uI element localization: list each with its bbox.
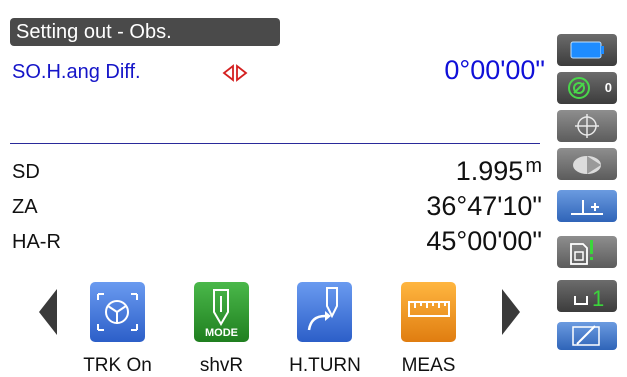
meas-key[interactable] <box>401 282 456 342</box>
prism-constant: 0 <box>604 80 612 95</box>
direction-arrows-icon <box>222 64 248 82</box>
measure-tape-icon <box>408 301 450 317</box>
edit-pen-icon <box>572 325 600 346</box>
input-mode-status[interactable]: 1 <box>557 280 617 312</box>
trk-on-key[interactable] <box>90 282 145 342</box>
meas-label: MEAS <box>401 355 456 376</box>
crosshair-icon <box>575 114 599 138</box>
edit-status[interactable] <box>557 322 617 350</box>
sd-label: SD <box>12 161 40 183</box>
laser-pointer-icon <box>573 156 601 174</box>
memory-status[interactable] <box>557 236 617 268</box>
sd-number: 1.995 <box>455 156 524 186</box>
trk-on-label: TRK On <box>83 355 152 376</box>
input-mode-number: 1 <box>592 286 604 311</box>
sd-value: 1.995 m <box>456 155 542 187</box>
za-value: 36°47'10" <box>426 191 542 221</box>
prism-status[interactable]: 0 <box>557 72 617 104</box>
mode-tag: MODE <box>205 327 238 339</box>
sd-unit: m <box>525 155 542 177</box>
battery-status[interactable] <box>557 34 617 66</box>
so-hang-diff-label: SO.H.ang Diff. <box>12 61 141 83</box>
shvr-key[interactable]: MODE <box>194 282 249 342</box>
h-turn-label: H.TURN <box>289 355 361 376</box>
target-status[interactable] <box>557 110 617 142</box>
ha-r-value: 45°00'00" <box>426 226 542 256</box>
h-turn-key[interactable] <box>297 282 352 342</box>
so-hang-diff-value: 0°00'00" <box>444 55 545 85</box>
horizontal-turn-icon <box>307 287 338 331</box>
ha-r-label: HA-R <box>12 231 61 253</box>
page-left-arrow-icon[interactable] <box>37 287 59 337</box>
divider <box>10 143 540 144</box>
sd-card-icon <box>570 240 593 265</box>
input-mode-icon: 1 <box>574 286 604 311</box>
screen-title: Setting out - Obs. <box>10 18 280 46</box>
laser-status[interactable] <box>557 148 617 180</box>
page-right-arrow-icon[interactable] <box>500 287 522 337</box>
tilt-compensation-icon <box>571 200 603 215</box>
battery-icon <box>570 41 604 59</box>
tilt-status[interactable] <box>557 190 617 222</box>
shvr-label: shvR <box>199 355 244 376</box>
tracking-icon <box>97 293 138 331</box>
za-label: ZA <box>12 196 38 218</box>
